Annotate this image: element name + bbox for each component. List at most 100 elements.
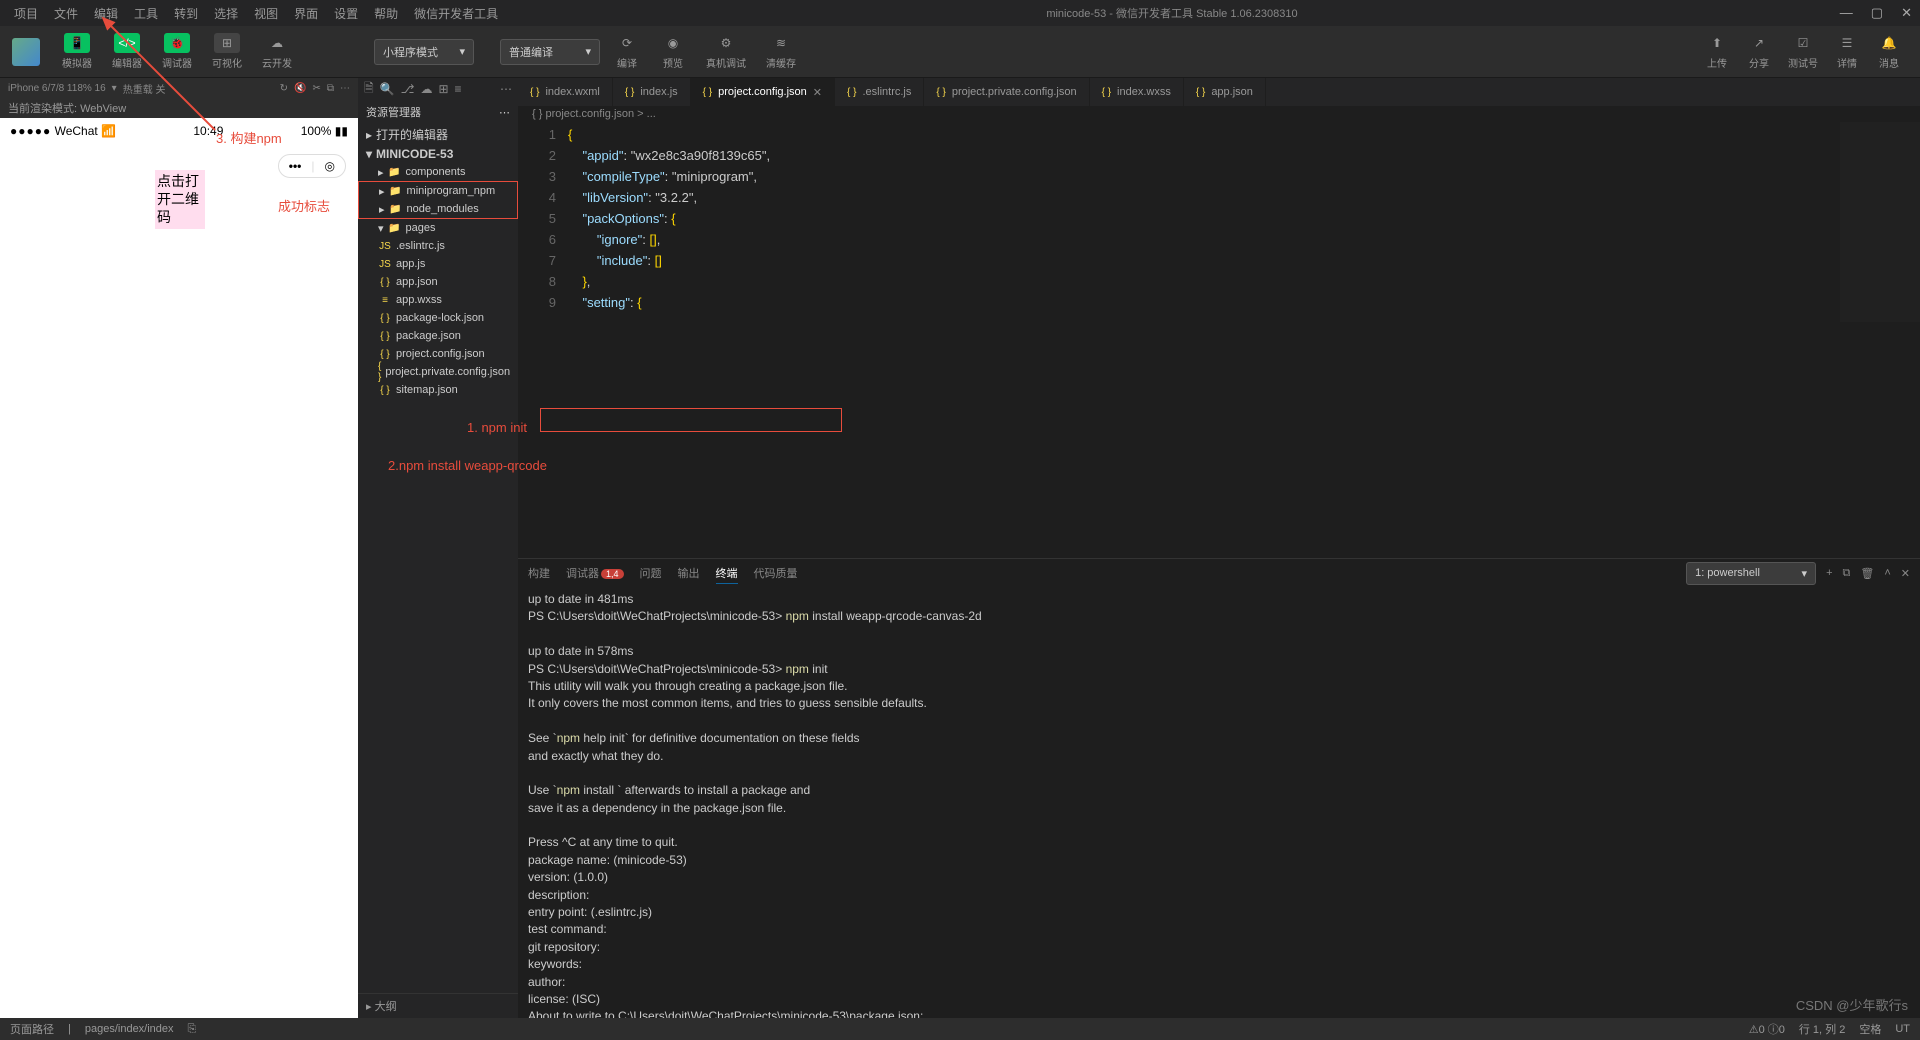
tree-project.config.json[interactable]: { } project.config.json	[358, 345, 518, 363]
code-editor[interactable]: 123456789 { "appid": "wx2e8c3a90f8139c65…	[518, 122, 1920, 558]
menu-工具[interactable]: 工具	[128, 3, 164, 24]
tree-pages[interactable]: ▾ 📁 pages	[358, 219, 518, 237]
spaces[interactable]: 空格	[1859, 1021, 1881, 1037]
details-button[interactable]: ☰详情	[1828, 31, 1866, 72]
git-icon[interactable]: ⎇	[401, 82, 415, 96]
share-button[interactable]: ↗分享	[1740, 31, 1778, 72]
copy-icon[interactable]: ⎘	[188, 1023, 197, 1036]
phone-preview[interactable]: ●●●●● WeChat 📶 10:49 100% ▮▮ ••• | ◎ 点击打…	[0, 118, 358, 1018]
minimize-icon[interactable]: —	[1840, 5, 1853, 21]
shell-select[interactable]: 1: powershell▾	[1686, 562, 1816, 585]
tab-index.wxss[interactable]: { } index.wxss	[1090, 78, 1184, 106]
chevron-up-icon[interactable]: ˄	[1884, 567, 1890, 579]
minimap[interactable]	[1840, 122, 1920, 322]
tree-app.js[interactable]: JS app.js	[358, 255, 518, 273]
trash-icon[interactable]: 🗑	[1860, 567, 1874, 580]
avatar[interactable]	[12, 38, 40, 66]
tree-project.private.config.json[interactable]: { } project.private.config.json	[358, 363, 518, 381]
tree-node_modules[interactable]: ▸ 📁 node_modules	[359, 200, 517, 218]
db-icon[interactable]: ≡	[455, 82, 462, 96]
menu-转到[interactable]: 转到	[168, 3, 204, 24]
warnings[interactable]: ⚠0 ⓘ0	[1749, 1021, 1785, 1037]
more-icon[interactable]: ⋯	[500, 82, 512, 96]
tab-index.js[interactable]: { } index.js	[613, 78, 691, 106]
menu-文件[interactable]: 文件	[48, 3, 84, 24]
menu-项目[interactable]: 项目	[8, 3, 44, 24]
outline-section[interactable]: ▸ 大纲	[358, 993, 518, 1018]
tab-project.config.json[interactable]: { } project.config.json ✕	[691, 78, 835, 106]
maximize-icon[interactable]: ▢	[1871, 5, 1883, 21]
tab-debugger[interactable]: 调试器1,4	[566, 563, 624, 583]
tab-.eslintrc.js[interactable]: { } .eslintrc.js	[835, 78, 924, 106]
breadcrumb[interactable]: { } project.config.json > ...	[518, 106, 1920, 122]
new-terminal-icon[interactable]: +	[1826, 567, 1832, 579]
menu-dots-icon[interactable]: •••	[289, 159, 302, 173]
tree-app.wxss[interactable]: ≡ app.wxss	[358, 291, 518, 309]
tree-sitemap.json[interactable]: { } sitemap.json	[358, 381, 518, 399]
visual-button[interactable]: ⊞可视化	[206, 31, 248, 72]
explorer-title: 资源管理器⋯	[358, 100, 518, 124]
tree-package-lock.json[interactable]: { } package-lock.json	[358, 309, 518, 327]
compile-button[interactable]: ⟳编译	[608, 31, 646, 72]
capsule-button[interactable]: ••• | ◎	[278, 154, 346, 178]
mute-icon[interactable]: 🔇	[294, 83, 306, 94]
target-icon[interactable]: ◎	[325, 159, 335, 173]
code-text[interactable]: { "appid": "wx2e8c3a90f8139c65", "compil…	[568, 122, 1920, 558]
project-root[interactable]: ▾ MINICODE-53	[358, 145, 518, 163]
menu-视图[interactable]: 视图	[248, 3, 284, 24]
compile-select[interactable]: 普通编译▾	[500, 39, 600, 65]
file-tree: ▸ 📁 components▸ 📁 miniprogram_npm▸ 📁 nod…	[358, 163, 518, 993]
tab-codequality[interactable]: 代码质量	[754, 563, 798, 583]
tree-package.json[interactable]: { } package.json	[358, 327, 518, 345]
menu-选择[interactable]: 选择	[208, 3, 244, 24]
menu-帮助[interactable]: 帮助	[368, 3, 404, 24]
tab-project.private.config.json[interactable]: { } project.private.config.json	[924, 78, 1089, 106]
files-icon[interactable]: 🗎	[364, 79, 374, 100]
more-icon[interactable]: ⋯	[340, 83, 350, 94]
mode-select[interactable]: 小程序模式▾	[374, 39, 474, 65]
menu-设置[interactable]: 设置	[328, 3, 364, 24]
tab-app.json[interactable]: { } app.json	[1184, 78, 1266, 106]
search-icon[interactable]: 🔍	[380, 82, 395, 96]
menu-界面[interactable]: 界面	[288, 3, 324, 24]
tree-miniprogram_npm[interactable]: ▸ 📁 miniprogram_npm	[359, 182, 517, 200]
testnum-button[interactable]: ☑测试号	[1782, 31, 1824, 72]
tree-components[interactable]: ▸ 📁 components	[358, 163, 518, 181]
tab-index.wxml[interactable]: { } index.wxml	[518, 78, 613, 106]
tab-build[interactable]: 构建	[528, 563, 550, 583]
tree-app.json[interactable]: { } app.json	[358, 273, 518, 291]
preview-button[interactable]: ◉预览	[654, 31, 692, 72]
editor-button[interactable]: </>编辑器	[106, 31, 148, 72]
detach-icon[interactable]: ⧉	[327, 83, 334, 94]
tab-output[interactable]: 输出	[678, 563, 700, 583]
cloud-icon[interactable]: ☁	[420, 82, 432, 96]
ext-icon[interactable]: ⊞	[438, 82, 448, 96]
menu-编辑[interactable]: 编辑	[88, 3, 124, 24]
wifi-icon: 📶	[101, 124, 116, 138]
simulator-button[interactable]: 📱模拟器	[56, 31, 98, 72]
debugger-button[interactable]: 🐞调试器	[156, 31, 198, 72]
encoding[interactable]: UT	[1895, 1023, 1910, 1035]
real-debug-button[interactable]: ⚙真机调试	[700, 31, 752, 72]
rotate-icon[interactable]: ↻	[280, 83, 288, 94]
menu-微信开发者工具[interactable]: 微信开发者工具	[408, 3, 504, 24]
open-editors[interactable]: ▸ 打开的编辑器	[358, 124, 518, 145]
hotreload-label[interactable]: 热重载 关	[123, 81, 166, 96]
close-icon[interactable]: ✕	[1901, 5, 1912, 21]
tab-terminal[interactable]: 终端	[716, 563, 738, 584]
device-label[interactable]: iPhone 6/7/8 118% 16	[8, 83, 106, 94]
page-path[interactable]: pages/index/index	[85, 1023, 174, 1035]
qr-open-text[interactable]: 点击打开二维码	[155, 170, 205, 229]
cursor-position[interactable]: 行 1, 列 2	[1799, 1021, 1845, 1037]
terminal-body[interactable]: up to date in 481msPS C:\Users\doit\WeCh…	[518, 587, 1920, 1018]
tab-problems[interactable]: 问题	[640, 563, 662, 583]
explorer-panel: 🗎 🔍 ⎇ ☁ ⊞ ≡ ⋯ 资源管理器⋯ ▸ 打开的编辑器 ▾ MINICODE…	[358, 78, 518, 1018]
messages-button[interactable]: 🔔消息	[1870, 31, 1908, 72]
upload-button[interactable]: ⬆上传	[1698, 31, 1736, 72]
close-panel-icon[interactable]: ✕	[1901, 567, 1910, 580]
clear-cache-button[interactable]: ≋清缓存	[760, 31, 802, 72]
cloud-button[interactable]: ☁云开发	[256, 31, 298, 72]
split-icon[interactable]: ⧉	[1843, 567, 1851, 580]
cut-icon[interactable]: ✂	[312, 83, 320, 94]
tree-.eslintrc.js[interactable]: JS .eslintrc.js	[358, 237, 518, 255]
